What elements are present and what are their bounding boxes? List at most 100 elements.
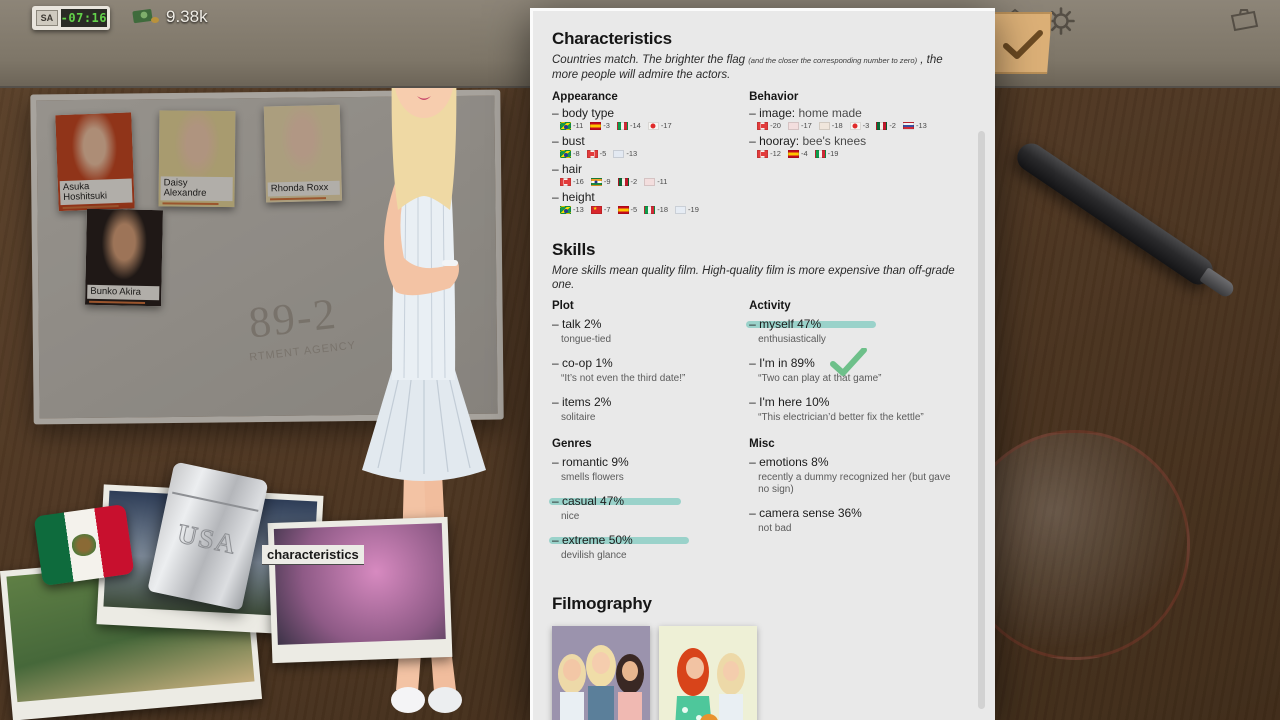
hud-timer: -07:16 <box>60 9 107 27</box>
hud-clock[interactable]: SA -07:16 <box>32 6 110 30</box>
filmography-title: Filmography <box>552 594 652 613</box>
flag-score: -13 <box>573 205 584 214</box>
attribute-row: – bust -8 -5 -13 <box>552 134 749 158</box>
flag-item: -19 <box>675 205 699 214</box>
flag-canada-icon <box>757 121 769 130</box>
skill-subtitle: tongue-tied <box>561 334 612 345</box>
attribute-row: – hooray: bee's knees -12 -4 -19 <box>749 134 961 158</box>
behavior-column: Behavior – image: home made -20 -17 -18 -3 -2… <box>749 91 961 218</box>
activity-group: Activity – myself 47% enthusiastically – I… <box>746 300 961 432</box>
approve-button[interactable] <box>990 12 1052 74</box>
attribute-label: – image: home made <box>749 106 862 120</box>
skill-item: – camera sense 36% not bad <box>749 504 961 535</box>
flag-item: -12 <box>757 149 781 158</box>
flag-list: -11 -3 -14 -17 <box>560 121 749 130</box>
behavior-heading: Behavior <box>749 91 799 103</box>
flag-canada-icon <box>586 149 598 158</box>
film-poster <box>552 626 650 720</box>
skill-item: – items 2% solitaire <box>552 393 749 424</box>
char-desc-part1: Countries match. The brighter the flag <box>552 54 746 66</box>
flag-item: -20 <box>757 121 781 130</box>
skill-item: – emotions 8% recently a dummy recognized… <box>749 453 961 496</box>
flag-spain-icon <box>787 149 799 158</box>
flag-italy-icon <box>814 149 826 158</box>
skill-subtitle: not bad <box>758 523 792 534</box>
genres-group: Genres – romantic 9% smells flowers – casu… <box>549 438 749 570</box>
flag-italy-icon <box>616 121 628 130</box>
skill-line: – I'm here 10% <box>749 395 830 409</box>
skill-subtitle: “It’s not even the third date!” <box>561 373 686 384</box>
flag-score: -5 <box>630 205 638 214</box>
film-card[interactable]: Duck factory #2 <box>659 626 757 720</box>
filmography-list: Private Private #1Duck factory #2 <box>552 626 961 720</box>
flag-score: -7 <box>603 205 611 214</box>
flag-brazil-icon <box>560 149 571 158</box>
characteristics-columns: Appearance – body type -11 -3 -14 -17– bust -… <box>552 91 961 218</box>
character-sheet-panel[interactable]: Characteristics Countries match. The bri… <box>530 8 995 720</box>
skill-line: – casual 47% <box>552 494 625 508</box>
flag-score: -19 <box>688 205 699 214</box>
briefcase-icon[interactable] <box>1228 6 1260 34</box>
flag-mexico-icon <box>617 177 629 186</box>
skill-item: – casual 47% nice <box>549 492 749 523</box>
flag-score: -18 <box>831 121 843 130</box>
film-card[interactable]: Private Private #1 <box>552 626 650 720</box>
attribute-label: – body type <box>552 106 615 120</box>
flag-japan-icon <box>647 121 659 130</box>
flag-score: -11 <box>573 121 584 130</box>
flag-spain-icon <box>617 205 629 214</box>
flag-italy-icon <box>644 205 656 214</box>
attribute-row: – image: home made -20 -17 -18 -3 -2 -13 <box>749 106 961 130</box>
attribute-row: – height-13 -7 -5 -18 -19 <box>552 190 749 214</box>
flag-cream-icon <box>818 121 830 130</box>
flag-india-icon <box>590 177 602 186</box>
hover-tooltip: characteristics <box>262 545 364 565</box>
flag-score: -18 <box>657 205 669 214</box>
skill-item: – talk 2% tongue-tied <box>552 315 749 346</box>
flag-item: -4 <box>787 149 808 158</box>
flag-item: -13 <box>560 205 584 214</box>
skill-item: – romantic 9% smells flowers <box>552 453 749 484</box>
skill-line: – items 2% <box>552 395 612 409</box>
flag-item: -13 <box>902 121 927 130</box>
mexico-flag-sticker <box>33 503 135 587</box>
activity-heading: Activity <box>749 300 791 312</box>
flag-list: -16 -9 -2 -11 <box>560 177 749 186</box>
sheet-scrollbar[interactable] <box>978 131 985 709</box>
skill-line: – I'm in 89% <box>749 356 815 370</box>
flag-mexico-icon <box>876 121 888 130</box>
misc-heading: Misc <box>749 438 775 450</box>
char-desc-parenthetical: (and the closer the corresponding number… <box>748 56 918 65</box>
skill-subtitle: smells flowers <box>561 472 624 483</box>
attribute-label: – bust <box>552 134 585 148</box>
flag-score: -8 <box>573 149 580 158</box>
skill-line: – romantic 9% <box>552 455 629 469</box>
skill-checkmark-icon <box>829 347 869 383</box>
flag-score: -11 <box>657 177 668 186</box>
flag-list: -13 -7 -5 -18 -19 <box>560 205 749 214</box>
flag-item: -19 <box>814 149 838 158</box>
film-poster <box>659 626 757 720</box>
lighter-usa-text: USA <box>174 518 240 561</box>
misc-group: Misc – emotions 8% recently a dummy recog… <box>749 438 961 570</box>
flag-item: -5 <box>586 149 606 158</box>
flag-score: -17 <box>800 121 812 130</box>
checkmark-icon <box>1003 30 1043 59</box>
flag-canada-icon <box>560 177 571 186</box>
flag-list: -20 -17 -18 -3 -2 -13 <box>757 121 961 130</box>
skill-line: – extreme 50% <box>552 533 633 547</box>
skill-subtitle: recently a dummy recognized her (but gav… <box>758 472 951 495</box>
flag-list: -12 -4 -19 <box>757 149 961 158</box>
attribute-row: – hair -16 -9 -2 -11 <box>552 162 749 186</box>
flag-spain-icon <box>590 121 602 130</box>
flag-score: -2 <box>889 121 896 130</box>
appearance-column: Appearance – body type -11 -3 -14 -17– bust -… <box>552 91 749 218</box>
flag-score: -13 <box>915 121 927 130</box>
flag-brazil-icon <box>560 205 571 214</box>
skill-item: – myself 47% enthusiastically <box>746 315 961 346</box>
attribute-value: bee's knees <box>799 134 867 148</box>
plot-group: Plot – talk 2% tongue-tied – co-op 1% “It’s… <box>552 300 749 432</box>
plot-heading: Plot <box>552 300 574 312</box>
flag-item: -11 <box>644 177 667 186</box>
flag-faint-icon <box>675 205 687 214</box>
